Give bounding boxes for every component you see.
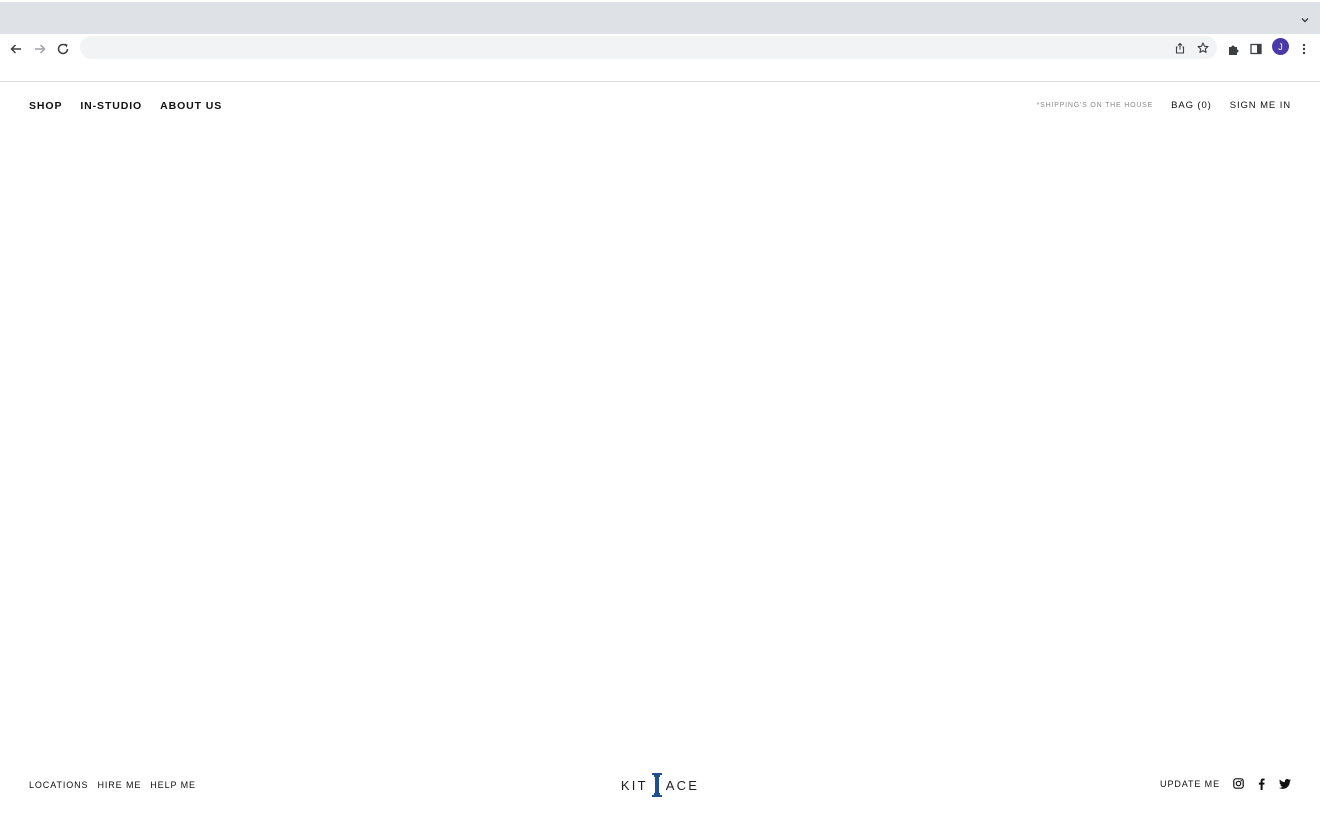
- nav-about-us[interactable]: ABOUT US: [160, 100, 222, 112]
- extensions-puzzle-icon[interactable]: [1222, 38, 1244, 60]
- logo-word-right: ACE: [665, 777, 700, 793]
- account-nav: *SHIPPING'S ON THE HOUSE BAG (0) SIGN ME…: [1037, 100, 1291, 111]
- facebook-icon[interactable]: [1255, 777, 1268, 790]
- share-icon[interactable]: [1172, 40, 1188, 56]
- twitter-icon[interactable]: [1278, 777, 1291, 790]
- tab-search-chevron-icon[interactable]: [1299, 14, 1311, 26]
- forward-arrow-icon[interactable]: [29, 38, 51, 60]
- browser-menu-kebab-icon[interactable]: [1293, 38, 1315, 60]
- reload-icon[interactable]: [52, 38, 74, 60]
- update-me-link[interactable]: UPDATE ME: [1160, 779, 1220, 789]
- bookmark-star-icon[interactable]: [1195, 40, 1211, 56]
- sign-in-link[interactable]: SIGN ME IN: [1230, 100, 1291, 111]
- side-panel-icon[interactable]: [1245, 38, 1267, 60]
- footer-link-help-me[interactable]: HELP ME: [150, 780, 196, 790]
- footer-social: UPDATE ME: [1160, 777, 1291, 790]
- site-footer: LOCATIONS HIRE ME HELP ME KIT ACE UPDATE…: [0, 768, 1320, 802]
- bag-link[interactable]: BAG (0): [1171, 100, 1212, 111]
- footer-links: LOCATIONS HIRE ME HELP ME: [29, 780, 196, 790]
- back-arrow-icon[interactable]: [5, 38, 27, 60]
- logo-hourglass-mark: [651, 773, 662, 797]
- footer-link-hire-me[interactable]: HIRE ME: [97, 780, 141, 790]
- address-bar[interactable]: [80, 36, 1217, 59]
- instagram-icon[interactable]: [1232, 777, 1245, 790]
- nav-shop[interactable]: SHOP: [29, 100, 62, 112]
- profile-avatar[interactable]: J: [1272, 38, 1289, 55]
- browser-tab-strip: [0, 0, 1320, 34]
- browser-toolbar: J: [0, 34, 1320, 82]
- kit-and-ace-logo[interactable]: KIT ACE: [620, 772, 700, 798]
- primary-nav: SHOP IN-STUDIO ABOUT US: [29, 100, 222, 112]
- logo-word-left: KIT: [620, 777, 648, 793]
- site-header: SHOP IN-STUDIO ABOUT US *SHIPPING'S ON T…: [0, 83, 1320, 129]
- footer-link-locations[interactable]: LOCATIONS: [29, 780, 88, 790]
- nav-in-studio[interactable]: IN-STUDIO: [80, 100, 142, 112]
- free-shipping-promo: *SHIPPING'S ON THE HOUSE: [1036, 102, 1154, 109]
